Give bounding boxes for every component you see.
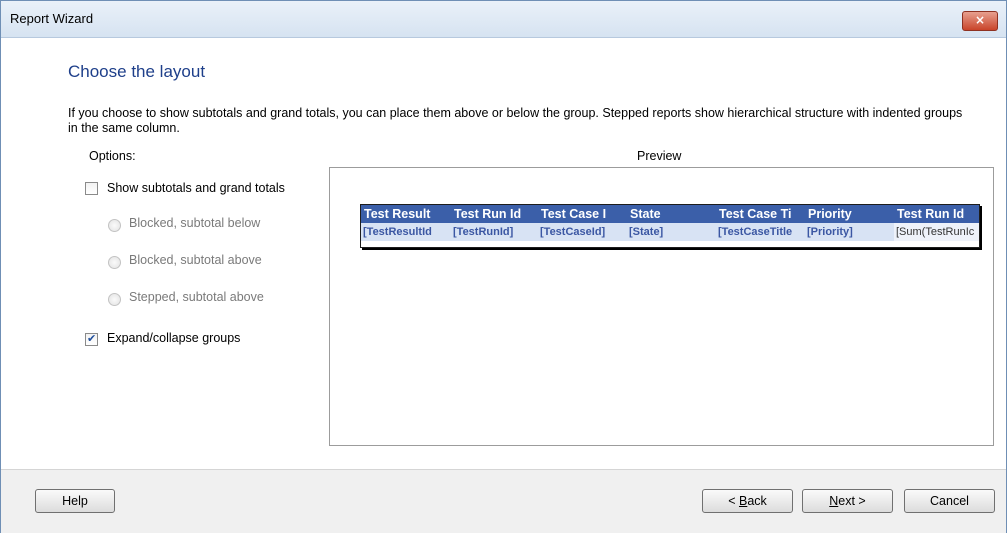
preview-header-cell: Priority <box>808 207 852 221</box>
expand-collapse-label[interactable]: Expand/collapse groups <box>107 331 240 345</box>
preview-header-cell: Test Case I <box>541 207 607 221</box>
preview-data-cell: [TestResultId <box>363 226 432 238</box>
preview-header-cell: Test Result <box>364 207 431 221</box>
preview-data-cell: [Priority] <box>807 226 853 238</box>
preview-header-row: Test Result Test Run Id Test Case I Stat… <box>361 205 979 223</box>
radio-label-stepped-above[interactable]: Stepped, subtotal above <box>129 290 264 304</box>
wizard-content: Choose the layout If you choose to show … <box>1 38 1006 469</box>
cancel-button[interactable]: Cancel <box>904 489 995 513</box>
radio-label-blocked-above[interactable]: Blocked, subtotal above <box>129 253 262 267</box>
report-wizard-window: Report Wizard × Choose the layout If you… <box>0 0 1007 533</box>
close-icon: × <box>974 13 986 27</box>
preview-data-cell: [TestRunId] <box>453 226 514 238</box>
radio-stepped-subtotal-above[interactable] <box>108 293 121 306</box>
button-bar: Help < Back Next > Cancel <box>1 469 1006 533</box>
preview-header-cell: State <box>630 207 661 221</box>
back-button-rest: ack <box>747 494 767 508</box>
preview-data-cell: [Sum(TestRunIc <box>894 223 979 241</box>
preview-header-cell: Test Run Id <box>897 207 965 221</box>
radio-label-blocked-below[interactable]: Blocked, subtotal below <box>129 216 260 230</box>
back-button[interactable]: < Back <box>702 489 793 513</box>
title-bar: Report Wizard × <box>1 1 1006 38</box>
preview-data-row: [TestResultId [TestRunId] [TestCaseId] [… <box>361 223 979 241</box>
next-button[interactable]: Next > <box>802 489 893 513</box>
show-totals-checkbox[interactable] <box>85 182 98 195</box>
preview-header-cell: Test Case Ti <box>719 207 792 221</box>
page-heading: Choose the layout <box>68 62 206 81</box>
radio-blocked-subtotal-above[interactable] <box>108 256 121 269</box>
help-button[interactable]: Help <box>35 489 115 513</box>
radio-blocked-subtotal-below[interactable] <box>108 219 121 232</box>
expand-collapse-checkbox[interactable] <box>85 332 98 346</box>
preview-header-cell: Test Run Id <box>454 207 522 221</box>
preview-data-cell: [State] <box>629 226 664 238</box>
preview-label: Preview <box>637 149 682 163</box>
preview-grid: Test Result Test Run Id Test Case I Stat… <box>360 204 980 248</box>
preview-data-cell: [TestCaseId] <box>540 226 606 238</box>
window-title: Report Wizard <box>10 11 94 26</box>
next-button-rest: ext > <box>838 494 866 508</box>
preview-panel: Test Result Test Run Id Test Case I Stat… <box>329 167 994 446</box>
preview-data-cell: [TestCaseTitle <box>718 226 793 238</box>
close-button[interactable]: × <box>962 11 998 31</box>
show-totals-label[interactable]: Show subtotals and grand totals <box>107 181 285 195</box>
page-description: If you choose to show subtotals and gran… <box>68 106 963 135</box>
next-button-accesskey: N <box>829 494 839 508</box>
back-button-prefix: < <box>728 494 739 508</box>
options-label: Options: <box>89 149 136 163</box>
